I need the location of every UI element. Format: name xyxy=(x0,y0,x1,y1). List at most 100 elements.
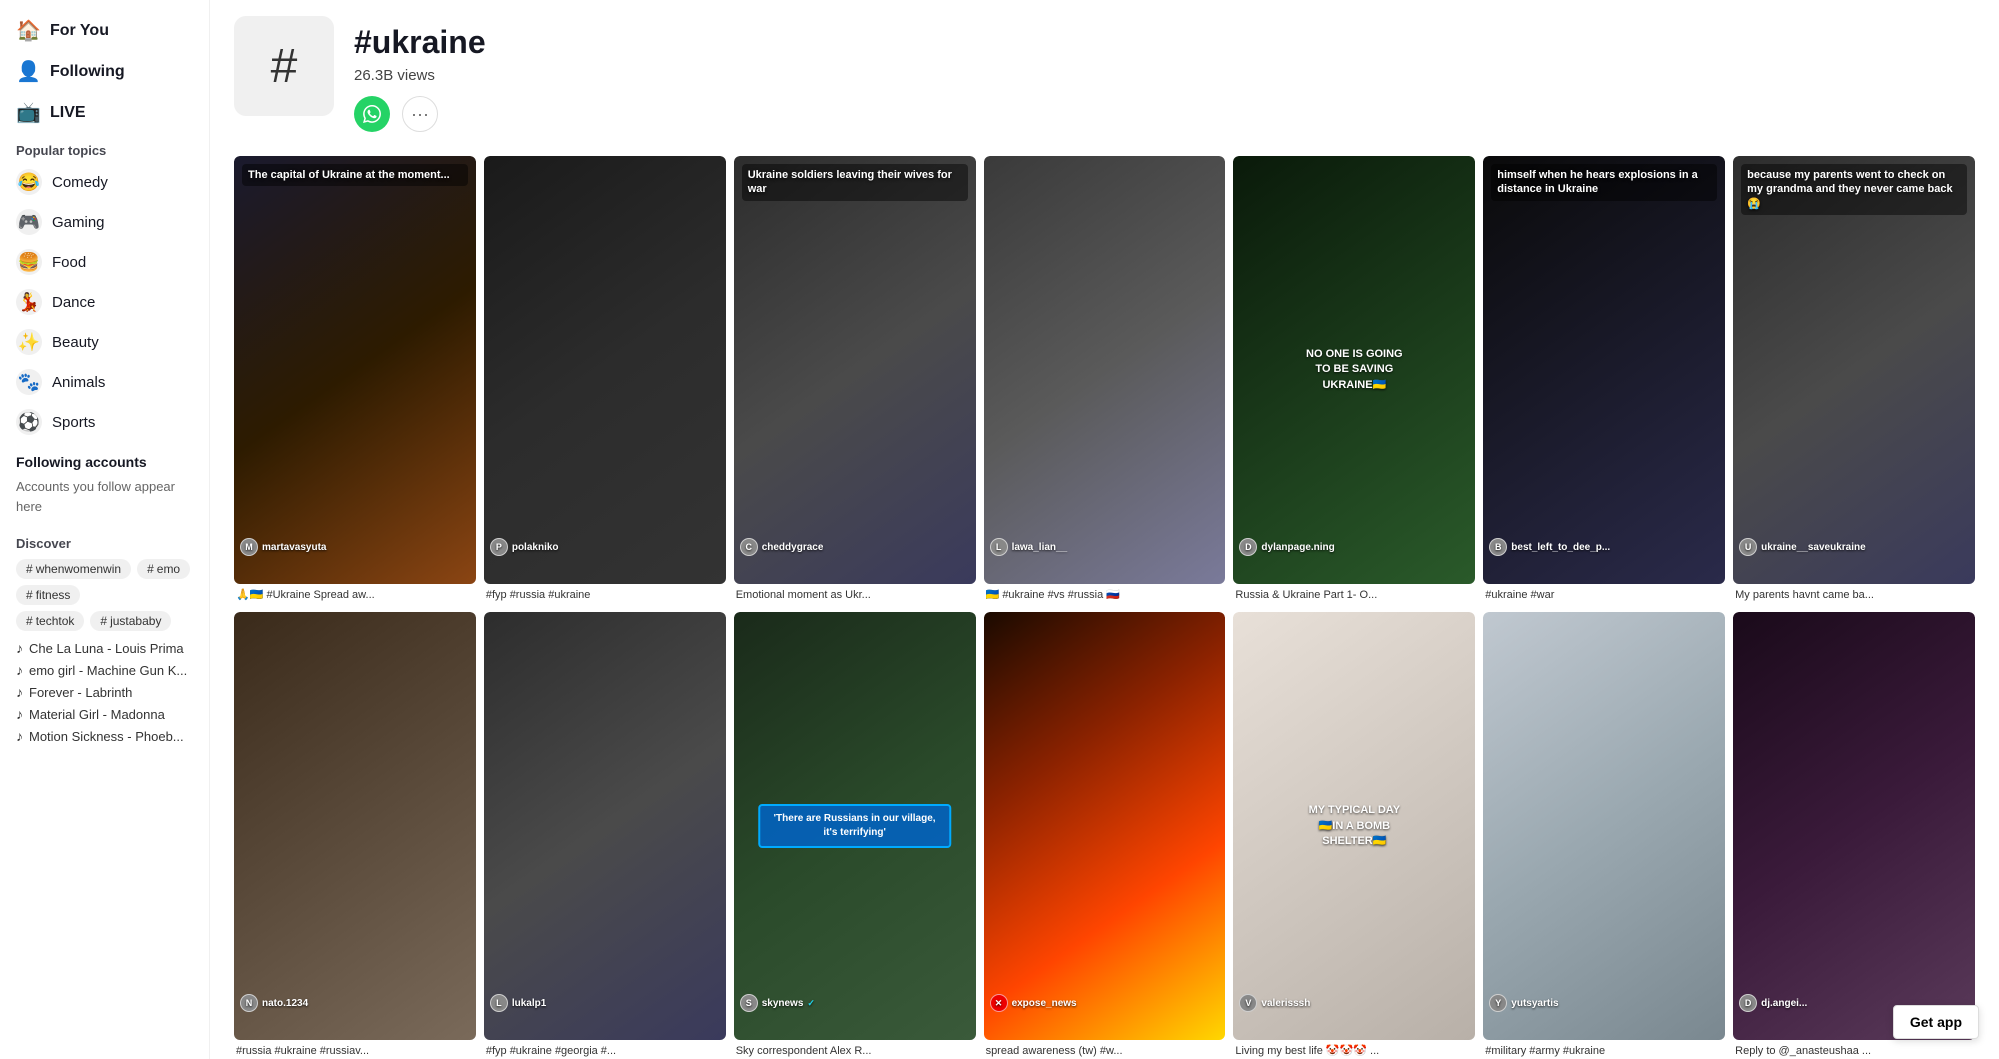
tag-justababy[interactable]: #justababy xyxy=(90,611,171,631)
get-app-button[interactable]: Get app xyxy=(1893,1005,1979,1039)
topic-item-animals[interactable]: 🐾Animals xyxy=(0,362,209,402)
video-card-10[interactable]: 'There are Russians in our village, it's… xyxy=(734,612,976,1059)
video-caption-9: #fyp #ukraine #georgia #... xyxy=(484,1040,726,1059)
author-avatar-6: B xyxy=(1489,538,1507,556)
author-avatar-1: M xyxy=(240,538,258,556)
video-card-6[interactable]: himself when he hears explosions in a di… xyxy=(1483,156,1725,604)
video-author-2: Ppolakniko xyxy=(490,538,720,556)
video-caption-6: #ukraine #war xyxy=(1483,584,1725,604)
author-name-13: yutsyartis xyxy=(1511,998,1558,1009)
author-avatar-8: N xyxy=(240,994,258,1012)
video-caption-7: My parents havnt came ba... xyxy=(1733,584,1975,604)
song-label-2: Forever - Labrinth xyxy=(29,685,132,700)
video-card-11[interactable]: ✕expose_newsspread awareness (tw) #w... xyxy=(984,612,1226,1059)
songs-container: ♪ Che La Luna - Louis Prima ♪emo girl - Ma… xyxy=(16,637,193,747)
tag-whenwomenwin[interactable]: #whenwomenwin xyxy=(16,559,131,579)
video-author-8: Nnato.1234 xyxy=(240,994,470,1012)
tag-techtok[interactable]: #techtok xyxy=(16,611,84,631)
hashtag-symbol: # xyxy=(271,39,298,94)
hashtag-title: #ukraine xyxy=(354,24,486,61)
song-item-0[interactable]: ♪ Che La Luna - Louis Prima xyxy=(16,637,193,659)
video-card-5[interactable]: NO ONE IS GOING TO BE SAVING UKRAINE🇺🇦 Dd… xyxy=(1233,156,1475,604)
beauty-icon: ✨ xyxy=(16,329,42,355)
nav-item-following[interactable]: 👤Following xyxy=(0,51,209,92)
video-card-3[interactable]: Ukraine soldiers leaving their wives for… xyxy=(734,156,976,604)
video-card-8[interactable]: Nnato.1234 #russia #ukraine #russiav... xyxy=(234,612,476,1059)
video-caption-5: Russia & Ukraine Part 1- O... xyxy=(1233,584,1475,604)
food-label: Food xyxy=(52,254,86,271)
song-label-4: Motion Sickness - Phoeb... xyxy=(29,729,184,744)
tag-fitness[interactable]: #fitness xyxy=(16,585,80,605)
following-accounts-title: Following accounts xyxy=(16,452,193,473)
hashtag-header: # #ukraine 26.3B views ··· xyxy=(234,16,1975,132)
music-icon-3: ♪ xyxy=(16,706,23,722)
video-author-1: Mmartavasyuta xyxy=(240,538,470,556)
for-you-icon: 🏠 xyxy=(16,18,40,43)
author-avatar-3: C xyxy=(740,538,758,556)
video-overlay-top-6: himself when he hears explosions in a di… xyxy=(1491,164,1717,201)
video-card-7[interactable]: because my parents went to check on my g… xyxy=(1733,156,1975,604)
topic-item-beauty[interactable]: ✨Beauty xyxy=(0,322,209,362)
author-avatar-12: V xyxy=(1239,994,1257,1012)
tag-emo[interactable]: #emo xyxy=(137,559,190,579)
song-label-0: Che La Luna - Louis Prima xyxy=(29,641,184,656)
food-icon: 🍔 xyxy=(16,249,42,275)
music-icon-2: ♪ xyxy=(16,684,23,700)
sidebar: 🏠For You👤Following📺LIVE Popular topics 😂… xyxy=(0,0,210,1059)
video-caption-11: spread awareness (tw) #w... xyxy=(984,1040,1226,1059)
topic-item-dance[interactable]: 💃Dance xyxy=(0,282,209,322)
author-avatar-11: ✕ xyxy=(990,994,1008,1012)
topics-section: 😂Comedy🎮Gaming 🍔 Food 💃Dance✨Beauty🐾Animals… xyxy=(0,162,209,442)
author-name-6: best_left_to_dee_p... xyxy=(1511,542,1610,553)
hashtag-actions: ··· xyxy=(354,96,486,132)
video-author-6: Bbest_left_to_dee_p... xyxy=(1489,538,1719,556)
more-options-button[interactable]: ··· xyxy=(402,96,438,132)
video-caption-1: 🙏🇺🇦 #Ukraine Spread aw... xyxy=(234,584,476,604)
author-avatar-5: D xyxy=(1239,538,1257,556)
video-card-14[interactable]: Ddj.angei...Reply to @_anasteushaa ... xyxy=(1733,612,1975,1059)
dance-label: Dance xyxy=(52,294,95,311)
song-item-1[interactable]: ♪emo girl - Machine Gun K... xyxy=(16,659,193,681)
hashtag-icon-justababy: # xyxy=(100,614,107,628)
author-avatar-9: L xyxy=(490,994,508,1012)
live-icon: 📺 xyxy=(16,100,40,125)
song-item-3[interactable]: ♪Material Girl - Madonna xyxy=(16,703,193,725)
whatsapp-share-button[interactable] xyxy=(354,96,390,132)
sports-icon: ⚽ xyxy=(16,409,42,435)
tags-container: #whenwomenwin #emo #fitness #techtok #justab… xyxy=(16,559,193,631)
author-name-4: lawa_lian__ xyxy=(1012,542,1068,553)
following-icon: 👤 xyxy=(16,59,40,84)
song-item-2[interactable]: ♪ Forever - Labrinth xyxy=(16,681,193,703)
video-card-2[interactable]: Ppolakniko #fyp #russia #ukraine xyxy=(484,156,726,604)
video-card-9[interactable]: Llukalp1 #fyp #ukraine #georgia #... xyxy=(484,612,726,1059)
video-card-13[interactable]: Yyutsyartis#military #army #ukraine xyxy=(1483,612,1725,1059)
video-overlay-center-5: NO ONE IS GOING TO BE SAVING UKRAINE🇺🇦 xyxy=(1294,339,1415,401)
video-card-1[interactable]: The capital of Ukraine at the moment...M… xyxy=(234,156,476,604)
author-name-14: dj.angei... xyxy=(1761,998,1807,1009)
video-caption-3: Emotional moment as Ukr... xyxy=(734,584,976,604)
topic-item-food[interactable]: 🍔 Food xyxy=(0,242,209,282)
video-card-4[interactable]: Llawa_lian__🇺🇦 #ukraine #vs #russia 🇷🇺 xyxy=(984,156,1226,604)
nav-item-live[interactable]: 📺LIVE xyxy=(0,92,209,133)
topic-item-sports[interactable]: ⚽Sports xyxy=(0,402,209,442)
topic-item-comedy[interactable]: 😂Comedy xyxy=(0,162,209,202)
video-author-10: Sskynews✓ xyxy=(740,994,970,1012)
music-icon-4: ♪ xyxy=(16,728,23,744)
video-caption-4: 🇺🇦 #ukraine #vs #russia 🇷🇺 xyxy=(984,584,1226,604)
music-icon-0: ♪ xyxy=(16,640,23,656)
video-caption-8: #russia #ukraine #russiav... xyxy=(234,1040,476,1059)
video-author-3: Ccheddygrace xyxy=(740,538,970,556)
song-item-4[interactable]: ♪ Motion Sickness - Phoeb... xyxy=(16,725,193,747)
animals-label: Animals xyxy=(52,374,105,391)
nav-item-for-you[interactable]: 🏠For You xyxy=(0,10,209,51)
nav-section: 🏠For You👤Following📺LIVE xyxy=(0,10,209,133)
video-author-9: Llukalp1 xyxy=(490,994,720,1012)
author-name-5: dylanpage.ning xyxy=(1261,542,1334,553)
verified-badge-10: ✓ xyxy=(807,998,815,1009)
topic-item-gaming[interactable]: 🎮Gaming xyxy=(0,202,209,242)
video-caption-2: #fyp #russia #ukraine xyxy=(484,584,726,604)
video-caption-14: Reply to @_anasteushaa ... xyxy=(1733,1040,1975,1059)
hashtag-icon-box: # xyxy=(234,16,334,116)
video-card-12[interactable]: MY TYPICAL DAY 🇺🇦IN A BOMB SHELTER🇺🇦Vval… xyxy=(1233,612,1475,1059)
video-author-13: Yyutsyartis xyxy=(1489,994,1719,1012)
